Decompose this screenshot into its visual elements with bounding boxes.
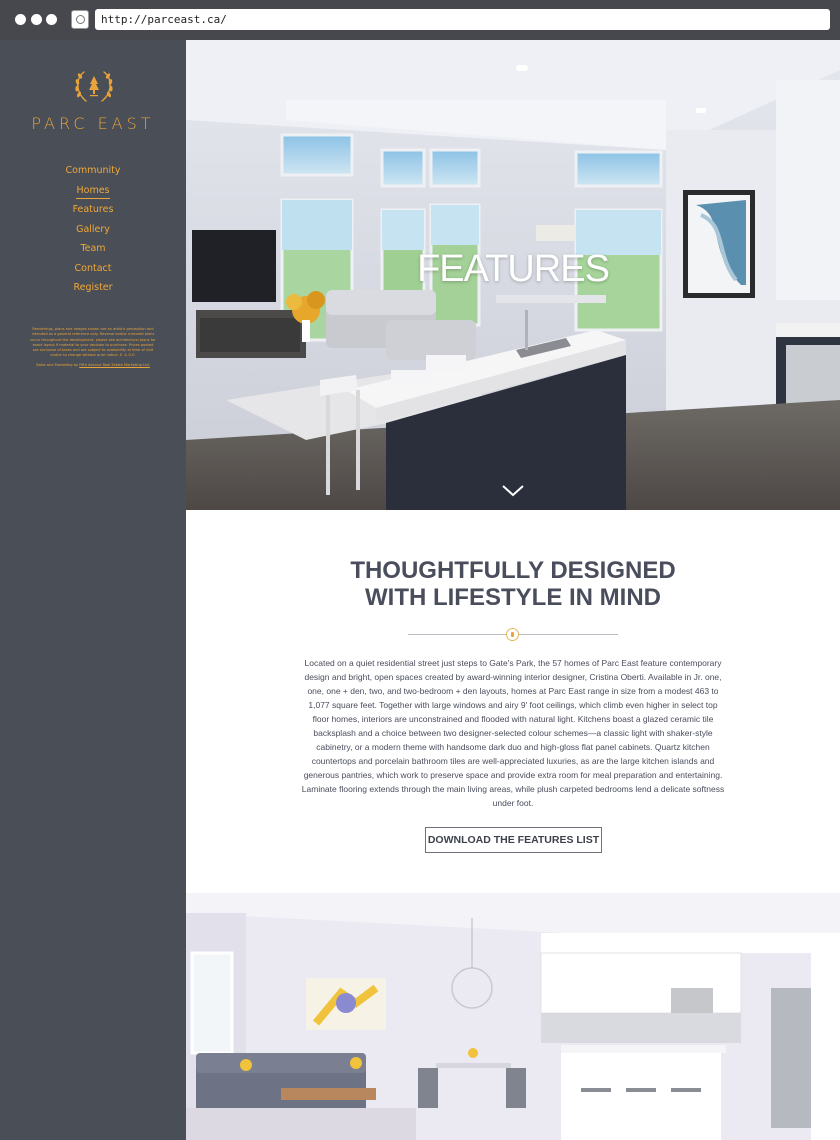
nav-item-gallery[interactable]: Gallery [0, 224, 186, 244]
download-features-button[interactable]: DOWNLOAD THE FEATURES LIST [425, 827, 602, 853]
section-heading: THOUGHTFULLY DESIGNED WITH LIFESTYLE IN … [186, 557, 840, 611]
nav-label[interactable]: Community [66, 165, 121, 178]
window-minimize-dot[interactable] [31, 14, 42, 25]
url-bar[interactable]: http://parceast.ca/ [95, 9, 830, 30]
brand-wordmark[interactable]: PARC EAST [0, 114, 186, 133]
window-maximize-dot[interactable] [46, 14, 57, 25]
marketing-credit: Sales and Marketing by Fifth Avenue Real… [30, 363, 156, 368]
browser-chrome: http://parceast.ca/ [0, 0, 840, 40]
nav-label[interactable]: Contact [75, 263, 112, 276]
hero-title: FEATURES [417, 248, 610, 290]
nav-label[interactable]: Register [73, 282, 112, 295]
favicon-icon [71, 10, 89, 29]
chevron-down-icon[interactable] [501, 484, 525, 498]
marketing-link[interactable]: Fifth Avenue Real Estate Marketing Ltd. [79, 363, 150, 367]
nav-item-team[interactable]: Team [0, 243, 186, 263]
nav-item-contact[interactable]: Contact [0, 263, 186, 283]
marketing-prefix: Sales and Marketing by [36, 362, 79, 367]
nav-item-features[interactable]: Features [0, 204, 186, 224]
disclaimer-text: Renderings, plans and images shown are a… [30, 327, 156, 358]
features-description: Located on a quiet residential street ju… [301, 658, 725, 808]
living-room-photo [186, 893, 840, 1140]
living-interior-illustration [186, 893, 840, 1140]
legal-disclaimer: Renderings, plans and images shown are a… [30, 327, 156, 372]
nav-label[interactable]: Features [73, 204, 114, 217]
nav-item-register[interactable]: Register [0, 282, 186, 302]
nav-item-homes[interactable]: Homes [0, 185, 186, 205]
nav-label[interactable]: Team [80, 243, 105, 256]
laurel-logo-icon [75, 71, 113, 102]
nav-label[interactable]: Gallery [76, 224, 110, 237]
nav-label[interactable]: Homes [76, 185, 110, 199]
heading-line-2: WITH LIFESTYLE IN MIND [365, 584, 661, 611]
features-intro-section: THOUGHTFULLY DESIGNED WITH LIFESTYLE IN … [186, 510, 840, 893]
hero-banner: FEATURES [186, 40, 840, 510]
window-close-dot[interactable] [15, 14, 26, 25]
divider-emblem-icon [506, 628, 519, 641]
sidebar: PARC EAST Community Homes Features Galle… [0, 40, 186, 1140]
main-navigation: Community Homes Features Gallery Team Co… [0, 165, 186, 302]
nav-item-community[interactable]: Community [0, 165, 186, 185]
heading-line-1: THOUGHTFULLY DESIGNED [350, 557, 676, 584]
